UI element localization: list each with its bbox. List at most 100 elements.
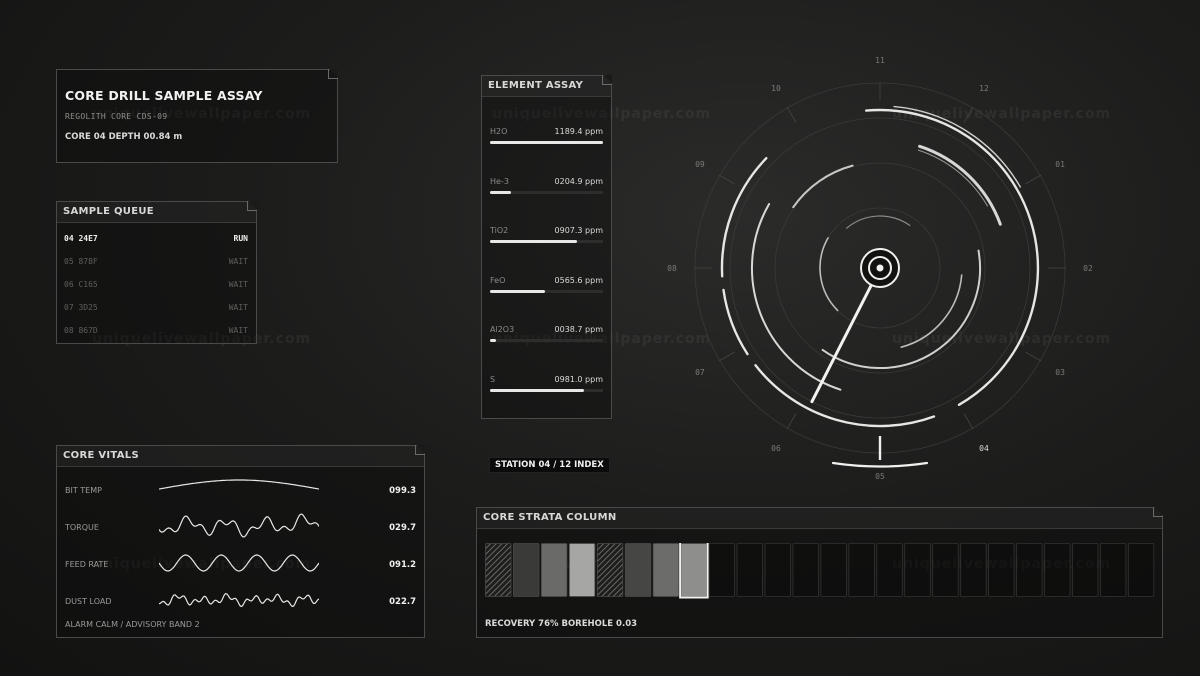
dial-tick	[718, 174, 735, 185]
waveform-line	[159, 554, 319, 572]
assay-element: He-3	[490, 176, 509, 186]
dial-tick	[963, 106, 974, 123]
assay-level-bar	[490, 388, 584, 392]
dial-tick-label: 02	[1083, 264, 1093, 273]
assay-level-track	[490, 141, 603, 144]
core-subtitle: REGOLITH CORE CDS-09	[65, 112, 168, 121]
dial-outer-ring	[754, 364, 936, 428]
strata-cell[interactable]	[988, 543, 1015, 597]
panel-corner	[328, 69, 338, 79]
dial-tick	[718, 351, 735, 362]
dial-tick-label: 09	[695, 160, 705, 169]
queue-item-id: 06 C165	[64, 280, 98, 289]
strata-cell[interactable]	[904, 543, 931, 597]
core-strata-header: CORE STRATA COLUMN	[477, 508, 1162, 529]
dial-needle	[810, 266, 882, 404]
strata-cell[interactable]	[596, 543, 624, 597]
assay-level-track	[490, 388, 603, 392]
active-station-bracket	[831, 461, 929, 468]
dial-tick	[786, 413, 797, 430]
dial-tick	[963, 413, 974, 430]
queue-item[interactable]: 04 24E7 RUN	[64, 234, 248, 248]
page-title: CORE DRILL SAMPLE ASSAY	[65, 88, 263, 103]
dial-inner-ring	[819, 237, 839, 312]
station-index-label: STATION 04 / 12 INDEX	[489, 457, 610, 473]
queue-item-id: 04 24E7	[64, 234, 98, 243]
element-assay-panel: ELEMENT ASSAY H2O 1189.4 ppm He-3 0204.9 pp…	[481, 75, 612, 419]
queue-item-status: RUN	[233, 234, 248, 243]
assay-row: FeO 0565.6 ppm	[490, 276, 603, 306]
core-strata-panel: CORE STRATA COLUMN RECOVERY 76% BOREHOLE…	[476, 507, 1163, 638]
queue-item[interactable]: 07 3D25 WAIT	[64, 303, 248, 317]
queue-item-id: 07 3D25	[64, 303, 98, 312]
core-depth: CORE 04 DEPTH 00.84 m	[65, 132, 183, 142]
strata-cell[interactable]	[1016, 543, 1043, 597]
assay-element: S	[490, 374, 496, 384]
queue-item-status: WAIT	[228, 326, 248, 335]
strata-cell[interactable]	[568, 543, 596, 597]
dial-mid-ring	[821, 249, 982, 369]
assay-level-track	[490, 289, 603, 293]
strata-cell[interactable]	[820, 543, 847, 597]
strata-cell[interactable]	[932, 543, 959, 597]
station-dial[interactable]: 10 11 12 01 02 03 04 05 06 07 08 09	[660, 52, 1100, 492]
assay-level-track	[490, 339, 603, 342]
queue-item-id: 05 878F	[64, 257, 98, 266]
dial-tick-label: 06	[771, 444, 781, 453]
queue-item[interactable]: 08 867D WAIT	[64, 326, 248, 340]
assay-level-bar	[490, 141, 603, 144]
strata-cell[interactable]	[848, 543, 875, 597]
dial-tick-label: 12	[979, 84, 989, 93]
assay-amount: 0565.6 ppm	[554, 275, 603, 285]
strata-cell[interactable]	[1072, 543, 1099, 597]
assay-level-bar	[490, 240, 577, 243]
queue-item-status: WAIT	[228, 280, 248, 289]
dial-tick-label: 07	[695, 368, 705, 377]
strata-cell[interactable]	[708, 543, 736, 597]
dial-tick-label: 03	[1055, 368, 1065, 377]
dial-tick-label: 11	[875, 56, 885, 65]
strata-cell[interactable]	[624, 543, 652, 597]
element-assay-header: ELEMENT ASSAY	[482, 76, 611, 97]
strata-cell[interactable]	[764, 543, 791, 597]
strata-cell-selected[interactable]	[680, 543, 708, 597]
queue-item[interactable]: 06 C165 WAIT	[64, 280, 248, 294]
queue-item-status: WAIT	[228, 303, 248, 312]
sample-queue-panel: SAMPLE QUEUE 04 24E7 RUN 05 878F WAIT 06 C16…	[56, 201, 257, 344]
strata-cell[interactable]	[513, 543, 540, 597]
vital-value: 091.2	[389, 560, 416, 570]
strata-cell[interactable]	[485, 543, 512, 597]
dial-tick	[786, 106, 797, 123]
strata-cell[interactable]	[1100, 543, 1127, 597]
strata-cell[interactable]	[652, 543, 680, 597]
assay-level-bar	[490, 289, 546, 293]
strata-cell[interactable]	[736, 543, 763, 597]
alarm-status: ALARM CALM / ADVISORY BAND 2	[65, 620, 200, 629]
strata-cell[interactable]	[960, 543, 987, 597]
dial-outer-ring	[722, 288, 749, 356]
sample-queue-header: SAMPLE QUEUE	[57, 202, 256, 223]
strata-cell[interactable]	[1044, 543, 1071, 597]
assay-level-track	[490, 190, 603, 194]
dial-outer-ring	[720, 157, 768, 278]
queue-item-id: 08 867D	[64, 326, 98, 335]
assay-row: S 0981.0 ppm	[490, 375, 603, 405]
assay-row: Al2O3 0038.7 ppm	[490, 325, 603, 355]
strata-cell[interactable]	[541, 543, 568, 597]
strata-cell[interactable]	[792, 543, 819, 597]
vital-label: BIT TEMP	[65, 486, 102, 495]
assay-amount: 0981.0 ppm	[554, 374, 603, 384]
queue-item[interactable]: 05 878F WAIT	[64, 257, 248, 271]
dial-tick-label: 08	[667, 264, 677, 273]
vital-label: TORQUE	[65, 523, 99, 532]
strata-cell[interactable]	[1127, 543, 1155, 597]
strata-footer: RECOVERY 76% BOREHOLE 0.03	[485, 619, 638, 629]
core-vitals-panel: CORE VITALS BIT TEMP 099.3 TORQUE 029.7 FEED…	[56, 445, 425, 638]
assay-amount: 0204.9 ppm	[554, 176, 603, 186]
assay-level-track	[490, 240, 603, 243]
vital-waveform	[159, 592, 319, 608]
title-panel: CORE DRILL SAMPLE ASSAY REGOLITH CORE CD…	[56, 69, 338, 163]
panel-corner	[415, 445, 425, 455]
vital-row: BIT TEMP 099.3	[57, 478, 424, 508]
strata-cell[interactable]	[876, 543, 903, 597]
